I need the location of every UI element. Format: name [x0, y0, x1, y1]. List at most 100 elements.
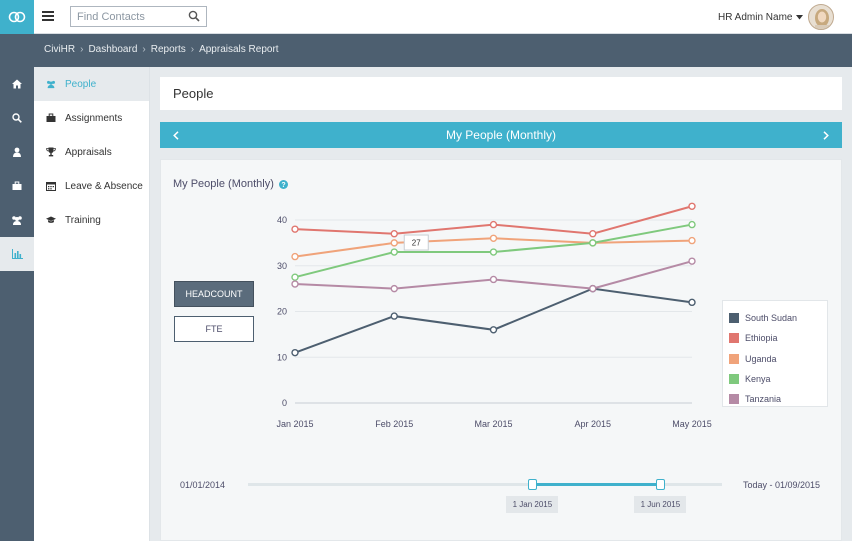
graduation-cap-icon — [46, 216, 56, 223]
home-icon — [12, 79, 22, 89]
logo-icon — [8, 11, 26, 23]
sidebar-item-assignments[interactable]: Assignments — [34, 101, 149, 135]
data-point — [390, 248, 398, 256]
data-point — [489, 248, 498, 256]
breadcrumb-reports[interactable]: Reports — [151, 44, 186, 55]
chart-card: My People (Monthly) ? HEADCOUNT FTE 0 10 2… — [160, 159, 842, 541]
legend-item[interactable]: Tanzania — [729, 389, 827, 409]
chart-tooltip: 27 — [403, 234, 429, 251]
breadcrumb: CiviHR › Dashboard › Reports › Appraisal… — [44, 44, 279, 55]
legend-label: Ethiopia — [745, 333, 778, 344]
legend-label: Tanzania — [745, 394, 782, 405]
bar-chart-icon — [11, 249, 23, 259]
report-carousel: My People (Monthly) — [160, 122, 842, 148]
data-point — [589, 239, 597, 247]
data-point — [291, 252, 299, 261]
user-menu[interactable]: HR Admin Name — [718, 12, 804, 23]
y-tick-label: 20 — [277, 307, 287, 317]
search-input[interactable] — [71, 7, 181, 26]
breadcrumb-separator: › — [80, 44, 84, 55]
legend-swatch — [729, 394, 739, 405]
breadcrumb-bar: CiviHR › Dashboard › Reports › Appraisal… — [0, 34, 852, 67]
x-tick-label: May 2015 — [672, 419, 712, 429]
breadcrumb-current: Appraisals Report — [199, 44, 279, 55]
slider-handle-end[interactable] — [655, 479, 665, 490]
avatar[interactable] — [808, 4, 834, 30]
data-point — [291, 348, 299, 357]
data-point — [688, 202, 696, 210]
data-point — [489, 326, 498, 334]
sidebar-item-label: Assignments — [65, 112, 123, 124]
legend-item[interactable]: Ethiopia — [729, 328, 827, 348]
chevron-right-icon — [823, 130, 829, 140]
data-point — [291, 273, 299, 281]
sidebar-item-appraisals[interactable]: Appraisals — [34, 135, 149, 169]
breadcrumb-dashboard[interactable]: Dashboard — [88, 44, 137, 55]
data-point — [688, 220, 696, 229]
x-tick-label: Feb 2015 — [375, 419, 413, 429]
next-report-button[interactable] — [820, 127, 832, 143]
series-line-south-sudan — [294, 287, 693, 354]
data-point — [390, 239, 398, 247]
contact-search — [70, 6, 207, 27]
legend-label: Uganda — [745, 353, 777, 364]
calendar-icon — [46, 182, 56, 191]
report-sidebar: People Assignments Appraisals Leave & Ab… — [34, 67, 150, 541]
legend-item[interactable]: South Sudan — [729, 308, 827, 328]
slider-handle-start[interactable] — [527, 479, 537, 490]
sidebar-item-people[interactable]: People — [34, 67, 149, 101]
data-point — [390, 230, 398, 238]
x-tick-label: Jan 2015 — [276, 419, 313, 429]
slider-start-date: 1 Jan 2015 — [506, 496, 559, 513]
sidebar-item-label: Leave & Absence — [65, 180, 143, 192]
briefcase-icon — [12, 181, 22, 190]
search-icon[interactable] — [188, 10, 201, 23]
legend-swatch — [729, 313, 739, 324]
data-point — [390, 284, 398, 293]
sidebar-item-label: Appraisals — [65, 146, 112, 158]
briefcase-icon — [46, 113, 56, 122]
data-point — [589, 230, 597, 238]
user-icon — [13, 147, 21, 157]
date-range-slider[interactable] — [248, 483, 722, 486]
legend-label: South Sudan — [745, 313, 798, 324]
sidebar-item-label: Training — [65, 214, 101, 226]
trophy-icon — [46, 147, 56, 157]
data-point — [291, 280, 299, 288]
legend-swatch — [729, 333, 739, 344]
rail-user[interactable] — [0, 135, 34, 169]
legend-label: Kenya — [745, 374, 771, 385]
sidebar-item-training[interactable]: Training — [34, 203, 149, 237]
sidebar-item-label: People — [65, 78, 97, 90]
rail-reports[interactable] — [0, 237, 34, 271]
slider-end-date: 1 Jun 2015 — [634, 496, 687, 513]
rail-home[interactable] — [0, 67, 34, 101]
y-tick-label: 30 — [277, 261, 287, 271]
range-start-label: 01/01/2014 — [180, 480, 226, 490]
legend-item[interactable]: Uganda — [729, 349, 827, 369]
breadcrumb-civihr[interactable]: CiviHR — [44, 44, 75, 55]
rail-assignments[interactable] — [0, 169, 34, 203]
data-point — [589, 284, 597, 293]
chart-series — [291, 202, 696, 357]
sidebar-item-leave-absence[interactable]: Leave & Absence — [34, 169, 149, 203]
icon-rail — [0, 67, 34, 541]
people-icon — [47, 80, 55, 89]
y-tick-label: 40 — [277, 215, 287, 225]
breadcrumb-separator: › — [142, 44, 146, 55]
civihr-logo[interactable] — [0, 0, 34, 34]
legend-swatch — [729, 374, 739, 385]
range-end-label: Today - 01/09/2015 — [743, 480, 821, 490]
user-name: HR Admin Name — [718, 12, 793, 23]
rail-search[interactable] — [0, 101, 34, 135]
top-bar: HR Admin Name — [0, 0, 852, 34]
x-tick-label: Mar 2015 — [474, 419, 512, 429]
x-tick-label: Apr 2015 — [574, 419, 611, 429]
hamburger-menu-icon[interactable] — [42, 10, 60, 24]
breadcrumb-separator: › — [190, 44, 195, 55]
y-tick-label: 0 — [282, 398, 287, 408]
legend-item[interactable]: Kenya — [729, 369, 827, 389]
chart-legend: South Sudan Ethiopia Uganda Kenya Tanzania — [722, 300, 828, 407]
data-point — [688, 257, 696, 265]
rail-people[interactable] — [0, 203, 34, 237]
